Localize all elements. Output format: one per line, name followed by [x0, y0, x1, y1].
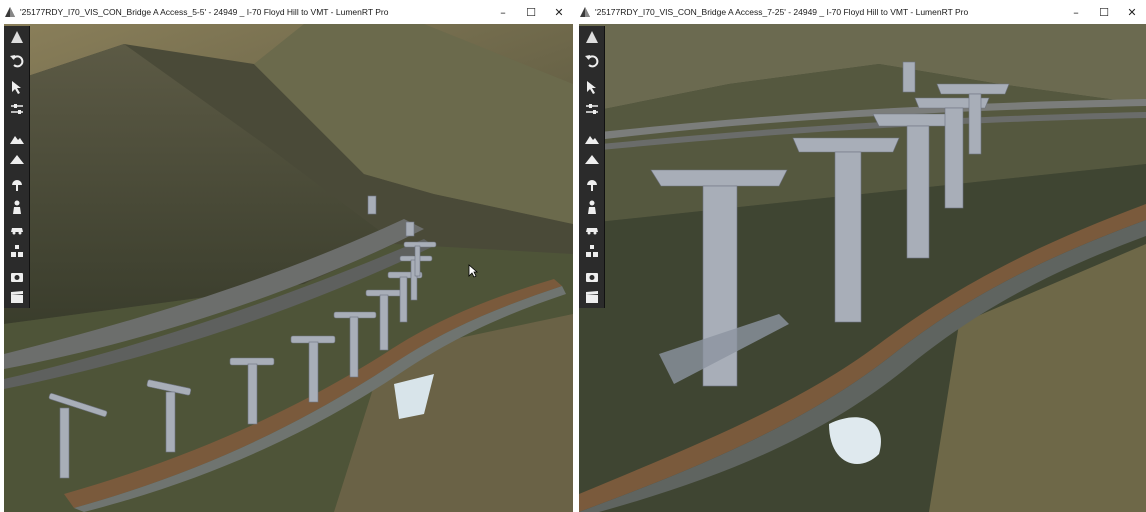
adjust-icon[interactable]	[7, 100, 27, 118]
title-bar[interactable]: '25177RDY_I70_VIS_CON_Bridge A Access_5-…	[0, 0, 573, 24]
clapperboard-icon[interactable]	[582, 288, 602, 306]
3d-viewport[interactable]	[579, 24, 1146, 512]
objects-icon[interactable]	[582, 242, 602, 260]
character-icon[interactable]	[582, 198, 602, 216]
title-bar[interactable]: '25177RDY_I70_VIS_CON_Bridge A Access_7-…	[575, 0, 1146, 24]
select-arrow-icon[interactable]	[7, 78, 27, 96]
bridge-scene-render	[4, 24, 573, 512]
vehicle-icon[interactable]	[7, 220, 27, 238]
objects-icon[interactable]	[7, 242, 27, 260]
bridge-scene-render	[579, 24, 1146, 512]
maximize-button[interactable]: ☐	[517, 0, 545, 24]
3d-viewport[interactable]	[4, 24, 573, 512]
terrain-icon[interactable]	[582, 150, 602, 168]
undo-icon[interactable]	[582, 52, 602, 70]
left-toolbar	[4, 26, 30, 308]
right-app-window: '25177RDY_I70_VIS_CON_Bridge A Access_7-…	[575, 0, 1146, 512]
right-toolbar	[579, 26, 605, 308]
adjust-icon[interactable]	[582, 100, 602, 118]
vehicle-icon[interactable]	[582, 220, 602, 238]
logo-icon[interactable]	[7, 28, 27, 46]
maximize-button[interactable]: ☐	[1090, 0, 1118, 24]
camera-icon[interactable]	[582, 268, 602, 286]
camera-icon[interactable]	[7, 268, 27, 286]
undo-icon[interactable]	[7, 52, 27, 70]
lumenrt-app-icon	[5, 7, 15, 17]
window-title: '25177RDY_I70_VIS_CON_Bridge A Access_5-…	[20, 7, 389, 17]
window-title: '25177RDY_I70_VIS_CON_Bridge A Access_7-…	[595, 7, 969, 17]
mouse-cursor-icon	[468, 264, 478, 278]
light-icon[interactable]	[582, 176, 602, 194]
clapperboard-icon[interactable]	[7, 288, 27, 306]
terrain-icon[interactable]	[7, 150, 27, 168]
minimize-button[interactable]: –	[1062, 0, 1090, 24]
close-button[interactable]: ✕	[545, 0, 573, 24]
close-button[interactable]: ✕	[1118, 0, 1146, 24]
minimize-button[interactable]: –	[489, 0, 517, 24]
character-icon[interactable]	[7, 198, 27, 216]
select-arrow-icon[interactable]	[582, 78, 602, 96]
terrain-sculpt-icon[interactable]	[7, 130, 27, 148]
left-app-window: '25177RDY_I70_VIS_CON_Bridge A Access_5-…	[0, 0, 573, 512]
logo-icon[interactable]	[582, 28, 602, 46]
light-icon[interactable]	[7, 176, 27, 194]
terrain-sculpt-icon[interactable]	[582, 130, 602, 148]
lumenrt-app-icon	[580, 7, 590, 17]
